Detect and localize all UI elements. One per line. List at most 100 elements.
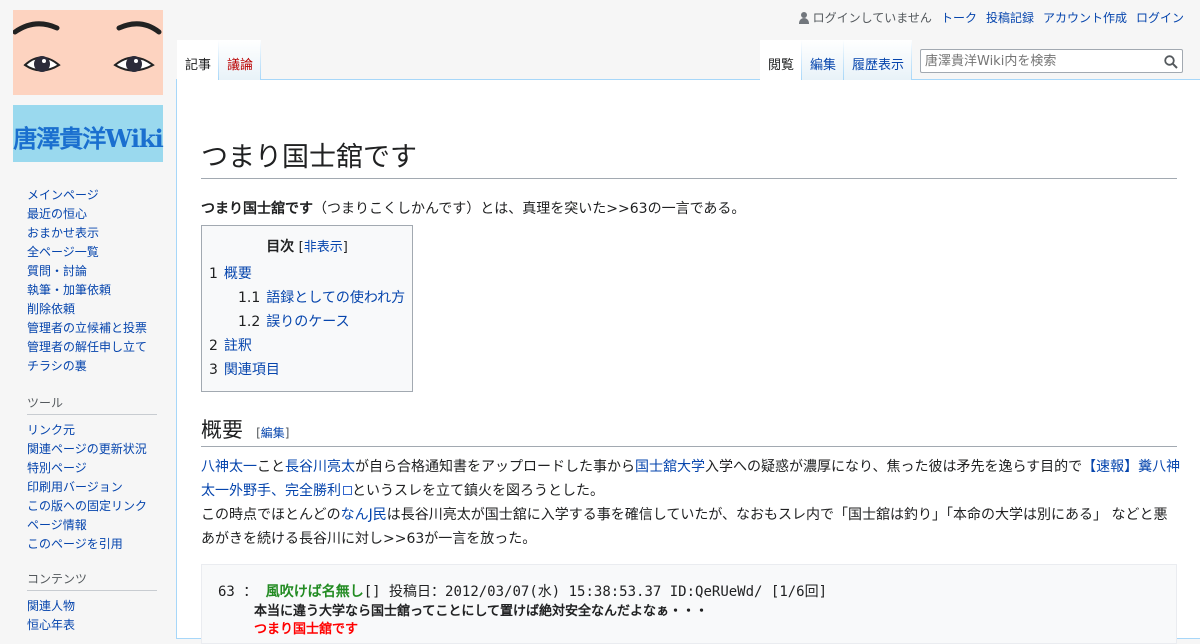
toc-toggle-link[interactable]: 非表示	[304, 240, 343, 255]
logo-text: 唐澤貴洋Wiki	[13, 124, 163, 153]
tab-label[interactable]: 議論	[227, 54, 253, 73]
text: というスレを立て鎮火を図ろうとした。	[352, 483, 604, 499]
post-punchline: つまり国士舘です	[254, 622, 359, 637]
sidebar-item-print[interactable]: 印刷用バージョン	[27, 480, 123, 494]
search-input[interactable]	[921, 50, 1159, 73]
tab-history[interactable]: 履歴表示	[844, 40, 912, 80]
search-icon[interactable]	[1164, 54, 1178, 69]
tab-label: 閲覧	[768, 58, 795, 73]
sidebar-item-main-page[interactable]: メインページ	[27, 188, 99, 202]
paragraph: この時点でほとんどのなんJ民は長谷川亮太が国士舘に入学する事を確信していたが、な…	[201, 503, 1181, 551]
toc-link[interactable]: 語録としての使われ方	[266, 290, 405, 306]
logo-face	[12, 10, 163, 95]
tab-article[interactable]: 記事	[177, 40, 219, 80]
tab-label[interactable]: 履歴表示	[852, 54, 904, 73]
post-header: 63 ： 風吹けば名無し[] 投稿日：2012/03/07(水) 15:38:5…	[218, 581, 827, 601]
toc-link[interactable]: 誤りのケース	[266, 314, 349, 330]
table-of-contents: 目次 [非表示] 1 概要 1.1 語録としての使われ方 1.2 誤りのケース 2 註釈…	[201, 225, 413, 392]
sidebar-item-whatlinkshere[interactable]: リンク元	[27, 423, 75, 437]
sidebar-item-random[interactable]: おまかせ表示	[27, 226, 99, 240]
text: 入学への疑惑が濃厚になり、焦った彼は矛先を逸らす目的で	[705, 459, 1083, 475]
content-area: つまり国士舘です つまり国士舘です（つまりこくしかんです）とは、真理を突いた>>…	[176, 79, 1200, 644]
lead-text: （つまりこくしかんです）とは、真理を突いた>>63の一言である。	[313, 201, 746, 217]
post-name: 風吹けば名無し	[265, 584, 364, 600]
link-yagami[interactable]: 八神太一	[201, 459, 257, 475]
toc-item[interactable]: 1.2 誤りのケース	[202, 310, 412, 334]
sidebar-item-all-pages[interactable]: 全ページ一覧	[27, 245, 99, 259]
login-link[interactable]: ログイン	[1136, 9, 1184, 26]
sidebar-item-people[interactable]: 関連人物	[27, 599, 75, 613]
quoted-post: 63 ： 風吹けば名無し[] 投稿日：2012/03/07(水) 15:38:5…	[201, 564, 1177, 644]
toc-item[interactable]: 1 概要	[202, 262, 412, 286]
toc-item[interactable]: 2 註釈	[202, 334, 412, 358]
toc-number: 2	[209, 338, 218, 354]
sidebar-item-questions[interactable]: 質問・討論	[27, 264, 87, 278]
tab-label: 記事	[185, 58, 212, 73]
namespace-tabs: 記事 議論	[177, 40, 261, 80]
sidebar-item-recent[interactable]: 最近の恒心	[27, 207, 87, 221]
toc-number: 3	[209, 362, 218, 378]
tab-talk[interactable]: 議論	[219, 40, 261, 80]
user-icon	[798, 11, 809, 24]
site-logo[interactable]: 唐澤貴洋Wiki	[12, 10, 164, 162]
link-hasegawa[interactable]: 長谷川亮太	[285, 459, 355, 475]
tab-label[interactable]: 編集	[810, 54, 836, 73]
text: こと	[257, 459, 285, 475]
logo-band: 唐澤貴洋Wiki	[13, 105, 164, 162]
post-separator: ：	[243, 584, 258, 600]
lead-paragraph: つまり国士舘です（つまりこくしかんです）とは、真理を突いた>>63の一言である。	[201, 198, 745, 218]
post-mail: []	[363, 584, 381, 600]
text: が自ら合格通知書をアップロードした事から	[355, 459, 635, 475]
sidebar-contents-heading: コンテンツ	[27, 570, 157, 591]
sidebar-item-special-pages[interactable]: 特別ページ	[27, 461, 87, 475]
section-edit[interactable]: [編集]	[256, 426, 289, 440]
view-tabs: 閲覧 編集 履歴表示	[760, 40, 912, 80]
link-nanj[interactable]: なんJ民	[341, 507, 387, 523]
sidebar-item-page-info[interactable]: ページ情報	[27, 518, 87, 532]
sidebar-item-permalink[interactable]: この版への固定リンク	[27, 499, 147, 513]
toc-toggle[interactable]: [非表示]	[299, 240, 348, 255]
toc-link[interactable]: 関連項目	[224, 362, 280, 378]
sidebar-item-requests[interactable]: 執筆・加筆依頼	[27, 283, 111, 297]
toc-number: 1.1	[238, 290, 261, 306]
toc-item[interactable]: 3 関連項目	[202, 358, 412, 382]
sidebar-item-admin-candidates[interactable]: 管理者の立候補と投票	[27, 321, 147, 335]
sidebar-contents: コンテンツ 関連人物 恒心年表	[27, 570, 157, 635]
tab-read[interactable]: 閲覧	[760, 40, 802, 80]
talk-link[interactable]: トーク	[941, 9, 977, 26]
create-account-link[interactable]: アカウント作成	[1043, 9, 1127, 26]
section-title: 概要	[201, 418, 243, 442]
lead-bold: つまり国士舘です	[201, 201, 313, 217]
post-meta: 投稿日：2012/03/07(水) 15:38:53.37 ID:QeRUeWd…	[389, 584, 828, 600]
logo-eyes-icon	[12, 21, 162, 72]
post-line: 本当に違う大学なら国士舘ってことにして置けば絶対安全なんだよなぁ・・・	[254, 604, 708, 619]
toc-link[interactable]: 註釈	[224, 338, 252, 354]
toc-title: 目次	[266, 239, 295, 255]
sidebar: メインページ 最近の恒心 おまかせ表示 全ページ一覧 質問・討論 執筆・加筆依頼…	[0, 180, 176, 635]
section-edit-link[interactable]: 編集	[261, 426, 285, 440]
tab-edit[interactable]: 編集	[802, 40, 844, 80]
sidebar-item-admin-dismissal[interactable]: 管理者の解任申し立て	[27, 340, 147, 354]
login-status: ログインしていません	[798, 9, 932, 26]
search-box	[920, 49, 1183, 73]
sidebar-item-related-changes[interactable]: 関連ページの更新状況	[27, 442, 147, 456]
sidebar-item-cite[interactable]: このページを引用	[27, 537, 123, 551]
section-body: 八神太一こと長谷川亮太が自ら合格通知書をアップロードした事から国士舘大学入学への…	[201, 455, 1181, 551]
toc-number: 1.2	[238, 314, 261, 330]
sidebar-item-chirashi[interactable]: チラシの裏	[27, 359, 87, 373]
sidebar-tools: ツール リンク元 関連ページの更新状況 特別ページ 印刷用バージョン この版への…	[27, 394, 157, 554]
sidebar-navigation: メインページ 最近の恒心 おまかせ表示 全ページ一覧 質問・討論 執筆・加筆依頼…	[27, 186, 157, 376]
login-status-text: ログインしていません	[812, 11, 932, 25]
contributions-link[interactable]: 投稿記録	[986, 9, 1034, 26]
link-kokushikan[interactable]: 国士舘大学	[635, 459, 705, 475]
paragraph: 八神太一こと長谷川亮太が自ら合格通知書をアップロードした事から国士舘大学入学への…	[201, 455, 1181, 503]
text: この時点でほとんどの	[201, 507, 341, 523]
personal-tools: ログインしていません トーク 投稿記録 アカウント作成 ログイン	[798, 9, 1184, 26]
sidebar-item-deletion[interactable]: 削除依頼	[27, 302, 75, 316]
sidebar-tools-heading: ツール	[27, 394, 157, 415]
toc-link[interactable]: 概要	[224, 266, 252, 282]
toc-item[interactable]: 1.1 語録としての使われ方	[202, 286, 412, 310]
post-number: 63	[218, 584, 235, 600]
page-title: つまり国士舘です	[201, 140, 1177, 180]
toc-title-row: 目次 [非表示]	[202, 236, 412, 256]
